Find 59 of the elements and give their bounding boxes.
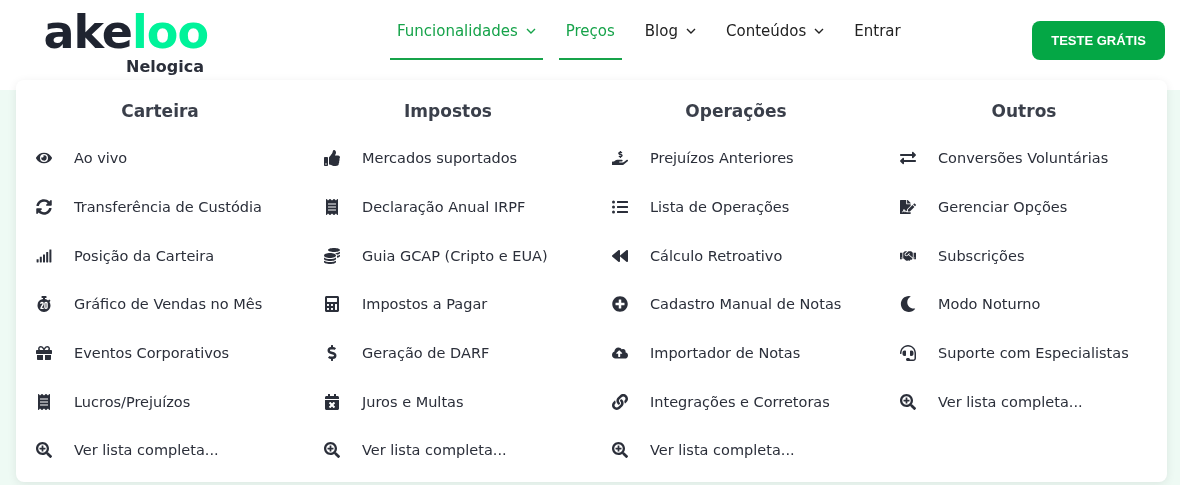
rewind-icon bbox=[612, 247, 628, 264]
menu-item[interactable]: Gráfico de Vendas no Mês bbox=[16, 280, 304, 329]
menu-item[interactable]: Ver lista completa... bbox=[304, 426, 592, 475]
menu-item[interactable]: Eventos Corporativos bbox=[16, 328, 304, 378]
calculator-icon bbox=[324, 296, 340, 313]
zoom-in-icon bbox=[324, 442, 340, 459]
menu-item[interactable]: Geração de DARF bbox=[304, 328, 592, 378]
calendar-icon bbox=[324, 393, 340, 410]
nav-link[interactable]: Entrar bbox=[847, 2, 908, 60]
menu-item[interactable]: Modo Noturno bbox=[880, 280, 1168, 329]
menu-item[interactable]: Suporte com Especialistas bbox=[880, 328, 1168, 378]
menu-item[interactable]: Posição da Carteira bbox=[16, 231, 304, 281]
column-heading: Operações bbox=[684, 101, 788, 121]
coins-icon bbox=[324, 247, 340, 264]
headset-icon bbox=[900, 345, 916, 362]
zoom-in-icon bbox=[36, 442, 52, 459]
menu-item[interactable]: Lucros/Prejuízos bbox=[16, 377, 304, 427]
menu-item[interactable]: Cadastro Manual de Notas bbox=[592, 280, 880, 329]
zoom-in-icon bbox=[612, 442, 628, 459]
menu-item[interactable]: Prejuízos Anteriores bbox=[592, 134, 880, 183]
menu-item[interactable]: Transferência de Custódia bbox=[16, 182, 304, 232]
swap-arrows-icon bbox=[900, 150, 916, 167]
menu-item[interactable]: Cálculo Retroativo bbox=[592, 231, 880, 281]
signed-document-icon bbox=[900, 199, 916, 216]
menu-item[interactable]: Guia GCAP (Cripto e EUA) bbox=[304, 231, 592, 281]
column-heading: Outros bbox=[990, 101, 1058, 121]
menu-item[interactable]: Impostos a Pagar bbox=[304, 280, 592, 329]
list-icon bbox=[612, 199, 628, 216]
menu-item[interactable]: Ao vivo bbox=[16, 134, 304, 183]
menu-item[interactable]: Lista de Operações bbox=[592, 182, 880, 232]
column-heading: Carteira bbox=[120, 101, 200, 121]
receipt-icon bbox=[324, 199, 340, 216]
link-icon bbox=[612, 393, 628, 410]
menu-item[interactable]: Ver lista completa... bbox=[880, 377, 1168, 427]
zoom-in-icon bbox=[900, 393, 916, 410]
signal-bars-icon bbox=[36, 247, 52, 264]
stopwatch-icon bbox=[36, 296, 52, 313]
hand-coin-icon bbox=[612, 150, 628, 167]
logo-subtitle: Nelogica bbox=[126, 56, 204, 76]
menu-item[interactable]: Mercados suportados bbox=[304, 134, 592, 183]
gift-icon bbox=[36, 345, 52, 362]
thumbs-up-icon bbox=[324, 150, 340, 167]
menu-item[interactable]: Conversões Voluntárias bbox=[880, 134, 1168, 183]
menu-item[interactable]: Gerenciar Opções bbox=[880, 182, 1168, 232]
logo-wordmark[interactable]: akeloo bbox=[43, 8, 208, 55]
menu-item[interactable]: Subscrições bbox=[880, 231, 1168, 281]
menu-item[interactable]: Integrações e Corretoras bbox=[592, 377, 880, 427]
refresh-icon bbox=[36, 199, 52, 216]
nav-link[interactable]: Blog bbox=[637, 2, 703, 60]
menu-item[interactable]: Importador de Notas bbox=[592, 328, 880, 378]
cloud-upload-icon bbox=[612, 345, 628, 362]
moon-icon bbox=[900, 296, 916, 313]
column-heading: Impostos bbox=[403, 101, 493, 121]
nav-link[interactable]: Conteúdos bbox=[719, 2, 832, 60]
menu-item[interactable]: Juros e Multas bbox=[304, 377, 592, 427]
menu-item[interactable]: Ver lista completa... bbox=[592, 426, 880, 475]
menu-item[interactable]: Declaração Anual IRPF bbox=[304, 182, 592, 232]
menu-item[interactable]: Ver lista completa... bbox=[16, 426, 304, 475]
receipt-icon bbox=[36, 393, 52, 410]
